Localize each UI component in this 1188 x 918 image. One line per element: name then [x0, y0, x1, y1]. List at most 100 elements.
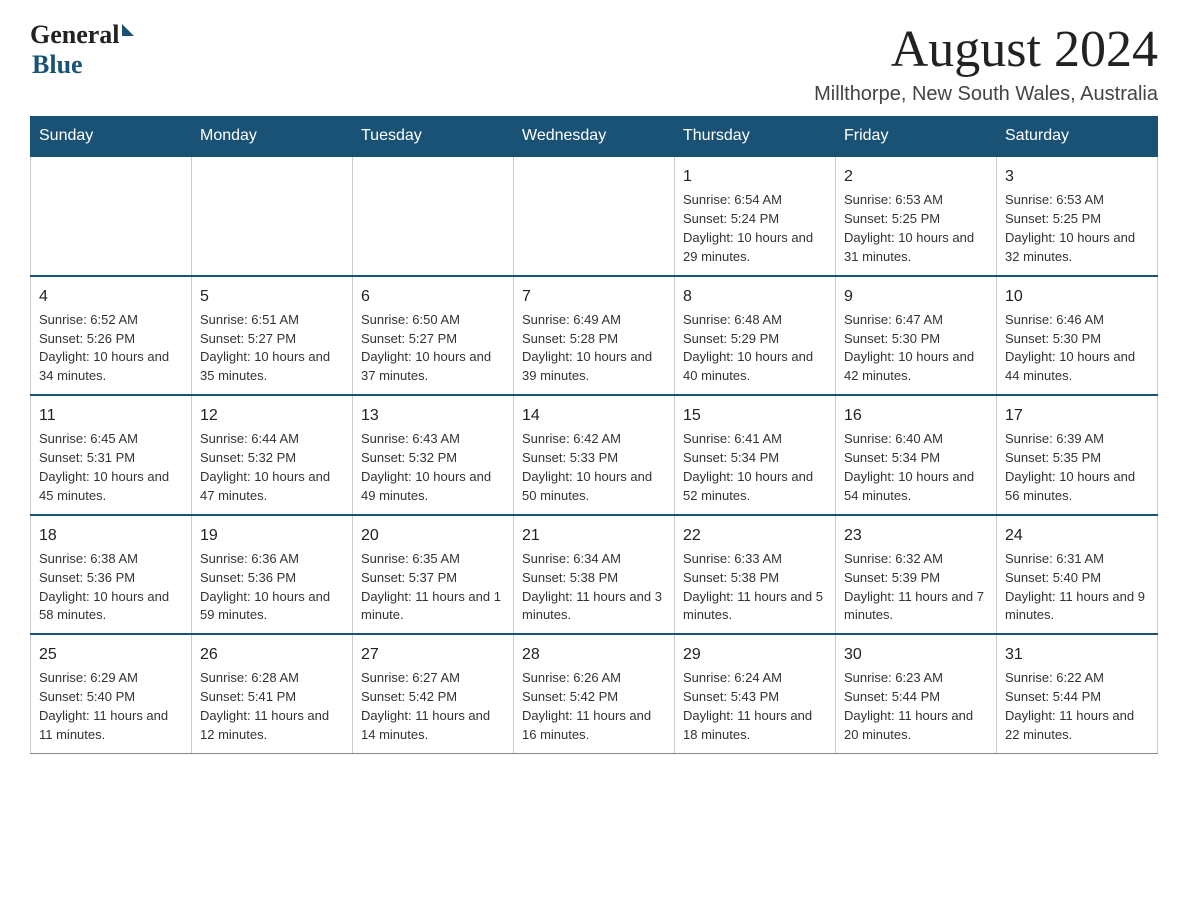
day-number: 31 [1005, 643, 1149, 666]
day-number: 16 [844, 404, 988, 427]
day-number: 10 [1005, 285, 1149, 308]
day-info: Sunrise: 6:28 AMSunset: 5:41 PMDaylight:… [200, 669, 344, 744]
day-number: 12 [200, 404, 344, 427]
day-number: 27 [361, 643, 505, 666]
logo-blue-text: Blue [32, 50, 83, 80]
day-number: 29 [683, 643, 827, 666]
calendar-cell [192, 156, 353, 276]
day-info: Sunrise: 6:26 AMSunset: 5:42 PMDaylight:… [522, 669, 666, 744]
day-number: 4 [39, 285, 183, 308]
calendar-cell [31, 156, 192, 276]
page-header: General Blue August 2024 Millthorpe, New… [30, 20, 1158, 106]
day-number: 9 [844, 285, 988, 308]
day-number: 23 [844, 524, 988, 547]
day-number: 7 [522, 285, 666, 308]
calendar-cell: 11 Sunrise: 6:45 AMSunset: 5:31 PMDayligh… [31, 395, 192, 515]
calendar-cell: 7Sunrise: 6:49 AMSunset: 5:28 PMDaylight… [514, 276, 675, 396]
logo-general-text: General [30, 20, 120, 50]
calendar-cell [514, 156, 675, 276]
day-info: Sunrise: 6:39 AMSunset: 5:35 PMDaylight:… [1005, 430, 1149, 505]
day-number: 30 [844, 643, 988, 666]
calendar-cell: 9 Sunrise: 6:47 AMSunset: 5:30 PMDaylight… [836, 276, 997, 396]
calendar-cell: 8Sunrise: 6:48 AMSunset: 5:29 PMDaylight… [675, 276, 836, 396]
day-number: 14 [522, 404, 666, 427]
calendar-cell: 29 Sunrise: 6:24 AMSunset: 5:43 PMDayligh… [675, 634, 836, 753]
day-info: Sunrise: 6:32 AMSunset: 5:39 PMDaylight:… [844, 550, 988, 625]
col-thursday: Thursday [675, 117, 836, 157]
calendar-cell: 10 Sunrise: 6:46 AMSunset: 5:30 PMDayligh… [997, 276, 1158, 396]
calendar-cell: 15 Sunrise: 6:41 AMSunset: 5:34 PMDayligh… [675, 395, 836, 515]
day-info: Sunrise: 6:31 AMSunset: 5:40 PMDaylight:… [1005, 550, 1149, 625]
day-info: Sunrise: 6:36 AMSunset: 5:36 PMDaylight:… [200, 550, 344, 625]
calendar-cell: 31 Sunrise: 6:22 AMSunset: 5:44 PMDayligh… [997, 634, 1158, 753]
calendar-cell: 27 Sunrise: 6:27 AMSunset: 5:42 PMDayligh… [353, 634, 514, 753]
day-number: 21 [522, 524, 666, 547]
day-info: Sunrise: 6:44 AMSunset: 5:32 PMDaylight:… [200, 430, 344, 505]
day-info: Sunrise: 6:53 AMSunset: 5:25 PMDaylight:… [1005, 191, 1149, 266]
week-row-3: 18 Sunrise: 6:38 AMSunset: 5:36 PMDayligh… [31, 515, 1158, 635]
day-info: Sunrise: 6:42 AMSunset: 5:33 PMDaylight:… [522, 430, 666, 505]
calendar-cell: 1 Sunrise: 6:54 AMSunset: 5:24 PMDaylight… [675, 156, 836, 276]
day-info: Sunrise: 6:38 AMSunset: 5:36 PMDaylight:… [39, 550, 183, 625]
day-number: 1 [683, 165, 827, 188]
calendar-cell: 2Sunrise: 6:53 AMSunset: 5:25 PMDaylight… [836, 156, 997, 276]
day-number: 13 [361, 404, 505, 427]
calendar-cell: 22Sunrise: 6:33 AMSunset: 5:38 PMDayligh… [675, 515, 836, 635]
day-number: 2 [844, 165, 988, 188]
day-number: 25 [39, 643, 183, 666]
calendar-cell: 4 Sunrise: 6:52 AMSunset: 5:26 PMDaylight… [31, 276, 192, 396]
day-info: Sunrise: 6:43 AMSunset: 5:32 PMDaylight:… [361, 430, 505, 505]
calendar-cell: 28 Sunrise: 6:26 AMSunset: 5:42 PMDayligh… [514, 634, 675, 753]
day-info: Sunrise: 6:50 AMSunset: 5:27 PMDaylight:… [361, 311, 505, 386]
calendar-subtitle: Millthorpe, New South Wales, Australia [814, 83, 1158, 106]
col-friday: Friday [836, 117, 997, 157]
day-number: 11 [39, 404, 183, 427]
day-info: Sunrise: 6:48 AMSunset: 5:29 PMDaylight:… [683, 311, 827, 386]
day-info: Sunrise: 6:46 AMSunset: 5:30 PMDaylight:… [1005, 311, 1149, 386]
calendar-table: Sunday Monday Tuesday Wednesday Thursday… [30, 116, 1158, 754]
day-number: 5 [200, 285, 344, 308]
day-number: 20 [361, 524, 505, 547]
day-info: Sunrise: 6:23 AMSunset: 5:44 PMDaylight:… [844, 669, 988, 744]
day-number: 18 [39, 524, 183, 547]
calendar-cell: 20Sunrise: 6:35 AMSunset: 5:37 PMDayligh… [353, 515, 514, 635]
calendar-cell: 17Sunrise: 6:39 AMSunset: 5:35 PMDayligh… [997, 395, 1158, 515]
day-info: Sunrise: 6:29 AMSunset: 5:40 PMDaylight:… [39, 669, 183, 744]
calendar-cell: 16Sunrise: 6:40 AMSunset: 5:34 PMDayligh… [836, 395, 997, 515]
col-tuesday: Tuesday [353, 117, 514, 157]
logo: General Blue [30, 20, 134, 80]
calendar-cell: 13 Sunrise: 6:43 AMSunset: 5:32 PMDayligh… [353, 395, 514, 515]
calendar-cell: 12 Sunrise: 6:44 AMSunset: 5:32 PMDayligh… [192, 395, 353, 515]
calendar-cell: 23 Sunrise: 6:32 AMSunset: 5:39 PMDayligh… [836, 515, 997, 635]
col-saturday: Saturday [997, 117, 1158, 157]
day-info: Sunrise: 6:41 AMSunset: 5:34 PMDaylight:… [683, 430, 827, 505]
day-info: Sunrise: 6:24 AMSunset: 5:43 PMDaylight:… [683, 669, 827, 744]
calendar-header-row: Sunday Monday Tuesday Wednesday Thursday… [31, 117, 1158, 157]
col-wednesday: Wednesday [514, 117, 675, 157]
calendar-cell: 25 Sunrise: 6:29 AMSunset: 5:40 PMDayligh… [31, 634, 192, 753]
day-number: 19 [200, 524, 344, 547]
week-row-2: 11 Sunrise: 6:45 AMSunset: 5:31 PMDayligh… [31, 395, 1158, 515]
day-info: Sunrise: 6:45 AMSunset: 5:31 PMDaylight:… [39, 430, 183, 505]
calendar-cell: 14 Sunrise: 6:42 AMSunset: 5:33 PMDayligh… [514, 395, 675, 515]
day-info: Sunrise: 6:54 AMSunset: 5:24 PMDaylight:… [683, 191, 827, 266]
week-row-4: 25 Sunrise: 6:29 AMSunset: 5:40 PMDayligh… [31, 634, 1158, 753]
day-number: 3 [1005, 165, 1149, 188]
calendar-cell: 21Sunrise: 6:34 AMSunset: 5:38 PMDayligh… [514, 515, 675, 635]
day-info: Sunrise: 6:22 AMSunset: 5:44 PMDaylight:… [1005, 669, 1149, 744]
day-number: 28 [522, 643, 666, 666]
day-number: 15 [683, 404, 827, 427]
calendar-cell: 5Sunrise: 6:51 AMSunset: 5:27 PMDaylight… [192, 276, 353, 396]
day-number: 6 [361, 285, 505, 308]
calendar-cell: 18 Sunrise: 6:38 AMSunset: 5:36 PMDayligh… [31, 515, 192, 635]
day-info: Sunrise: 6:27 AMSunset: 5:42 PMDaylight:… [361, 669, 505, 744]
calendar-cell: 6 Sunrise: 6:50 AMSunset: 5:27 PMDaylight… [353, 276, 514, 396]
col-sunday: Sunday [31, 117, 192, 157]
day-number: 22 [683, 524, 827, 547]
day-info: Sunrise: 6:47 AMSunset: 5:30 PMDaylight:… [844, 311, 988, 386]
calendar-title: August 2024 [814, 20, 1158, 79]
calendar-cell: 19 Sunrise: 6:36 AMSunset: 5:36 PMDayligh… [192, 515, 353, 635]
day-number: 24 [1005, 524, 1149, 547]
calendar-cell: 3 Sunrise: 6:53 AMSunset: 5:25 PMDaylight… [997, 156, 1158, 276]
day-info: Sunrise: 6:52 AMSunset: 5:26 PMDaylight:… [39, 311, 183, 386]
